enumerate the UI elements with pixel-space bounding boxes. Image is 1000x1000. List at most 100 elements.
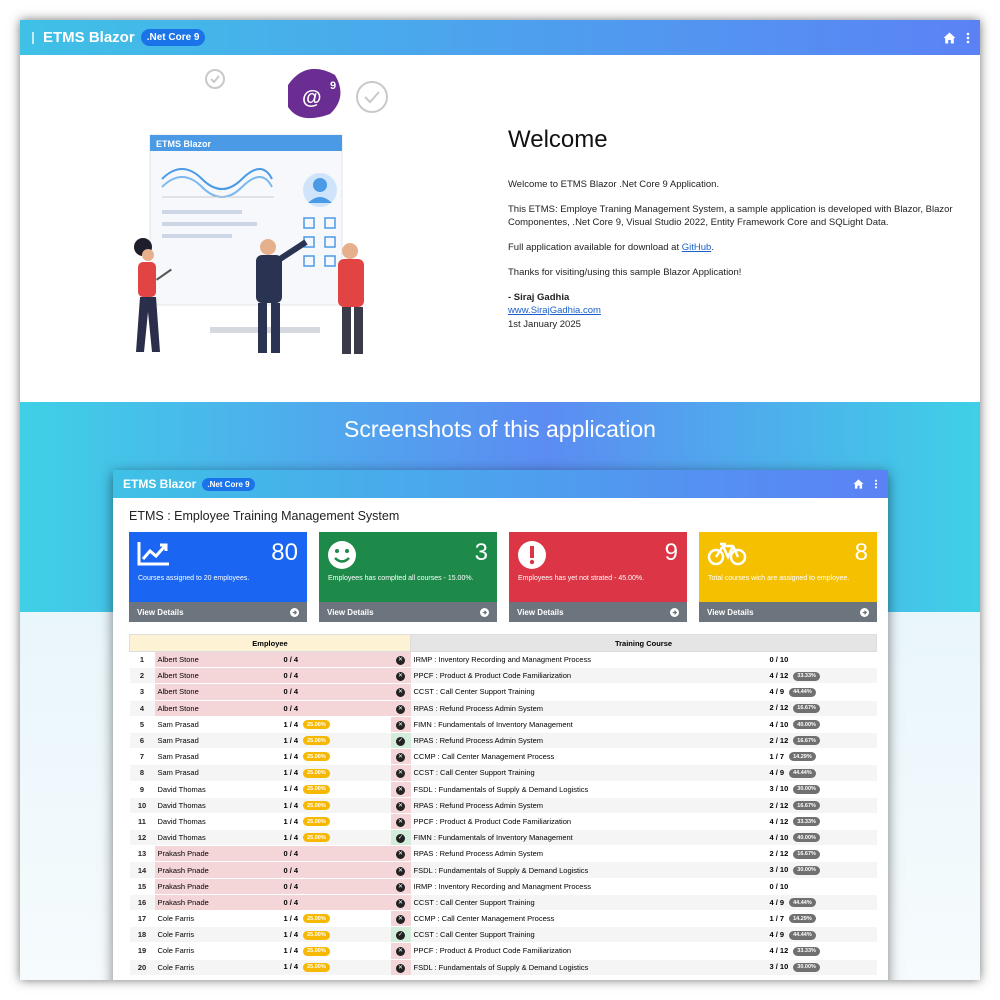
employee-progress-cell: 0 / 4	[280, 878, 391, 895]
training-table: Employee Training Course 1 Albert Stone 0 …	[129, 634, 877, 976]
course-progress-cell: 4 / 10 40.00%	[766, 716, 877, 733]
stat-card: 80 Courses assigned to 20 employees. View …	[129, 532, 307, 622]
status-cell: ✕	[390, 894, 411, 912]
table-row[interactable]: 7 Sam Prasad 1 / 4 25.00% ✕ CCMP : Call Cente…	[129, 748, 877, 766]
course-percent-badge: 40.00%	[793, 833, 820, 843]
row-number: 8	[129, 764, 155, 782]
x-circle-icon: ✕	[396, 753, 405, 763]
employee-progress-cell: 0 / 4	[280, 683, 391, 701]
course-name: FSDL : Fundamentals of Supply & Demand L…	[410, 959, 767, 976]
status-cell: ✕	[390, 667, 411, 685]
table-row[interactable]: 11 David Thomas 1 / 4 25.00% ✕ PPCF : Product…	[129, 813, 877, 831]
row-number: 6	[129, 732, 155, 750]
table-row[interactable]: 20 Cole Farris 1 / 4 25.00% ✕ FSDL : Fundamen…	[129, 959, 877, 976]
employee-progress-cell: 1 / 4 25.00%	[280, 716, 391, 733]
employee-percent-badge: 25.00%	[303, 914, 330, 924]
course-progress-cell: 2 / 12 16.67%	[766, 732, 877, 750]
table-row[interactable]: 15 Prakash Pnade 0 / 4 ✕ IRMP : Inventory Re…	[129, 878, 877, 895]
course-percent-badge: 44.44%	[789, 687, 816, 697]
employee-progress: 1 / 4	[283, 768, 299, 778]
stat-cards: 80 Courses assigned to 20 employees. View …	[129, 532, 888, 622]
course-progress-cell: 0 / 10	[766, 878, 877, 895]
course-progress-cell: 1 / 7 14.29%	[766, 748, 877, 766]
table-row[interactable]: 1 Albert Stone 0 / 4 ✕ IRMP : Inventory Reco…	[129, 651, 877, 669]
welcome-text-block: Welcome Welcome to ETMS Blazor .Net Core…	[508, 123, 958, 332]
check-circle-icon: ✓	[396, 931, 405, 941]
course-progress-cell: 4 / 9 44.44%	[766, 683, 877, 701]
course-progress: 0 / 10	[769, 655, 789, 665]
employee-name: Albert Stone	[154, 700, 281, 717]
table-row[interactable]: 13 Prakash Pnade 0 / 4 ✕ RPAS : Refund Proce…	[129, 845, 877, 863]
course-progress: 4 / 12	[769, 671, 789, 681]
employee-name: Albert Stone	[154, 667, 281, 685]
x-circle-icon: ✕	[396, 672, 405, 682]
table-row[interactable]: 6 Sam Prasad 1 / 4 25.00% ✓ RPAS : Refund Pro…	[129, 732, 877, 750]
view-details-button[interactable]: View Details	[319, 602, 497, 622]
employee-name: Prakash Pnade	[154, 894, 281, 912]
stat-card-value: 9	[664, 539, 678, 566]
course-progress-cell: 2 / 12 16.67%	[766, 797, 877, 814]
view-details-label: View Details	[707, 607, 754, 617]
row-number: 5	[129, 716, 155, 733]
employee-progress-cell: 1 / 4 25.00%	[280, 813, 391, 831]
screenshot-brand: ETMS Blazor	[123, 477, 197, 491]
x-circle-icon: ✕	[396, 704, 405, 714]
view-details-button[interactable]: View Details	[129, 602, 307, 622]
course-name: CCST : Call Center Support Training	[410, 926, 767, 944]
table-row[interactable]: 19 Cole Farris 1 / 4 25.00% ✕ PPCF : Product …	[129, 942, 877, 960]
course-progress-cell: 3 / 10 30.00%	[766, 861, 877, 879]
stat-card-value: 8	[854, 539, 868, 566]
view-details-button[interactable]: View Details	[699, 602, 877, 622]
status-cell: ✕	[390, 781, 411, 798]
home-icon[interactable]	[943, 32, 956, 44]
status-cell: ✓	[390, 926, 411, 944]
employee-percent-badge: 25.00%	[303, 817, 330, 827]
x-circle-icon: ✕	[396, 963, 405, 973]
stat-card-body: 3 Employees has complted all courses - 15…	[319, 532, 497, 602]
arrow-circle-right-icon	[480, 607, 489, 617]
view-details-button[interactable]: View Details	[509, 602, 687, 622]
course-percent-badge: 44.44%	[789, 898, 816, 908]
github-link[interactable]: GitHub	[682, 242, 712, 253]
brand-title[interactable]: ETMS Blazor	[43, 29, 135, 46]
employee-progress: 1 / 4	[283, 913, 299, 923]
table-row[interactable]: 16 Prakash Pnade 0 / 4 ✕ CCST : Call Center …	[129, 894, 877, 912]
table-row[interactable]: 12 David Thomas 1 / 4 25.00% ✓ FIMN : Fundame…	[129, 829, 877, 847]
kebab-menu-icon[interactable]	[966, 32, 970, 44]
row-number: 19	[129, 942, 155, 960]
row-number: 2	[129, 667, 155, 685]
course-name: CCST : Call Center Support Training	[410, 683, 767, 701]
arrow-circle-right-icon	[290, 607, 299, 617]
chart-line-icon	[137, 542, 171, 570]
table-row[interactable]: 2 Albert Stone 0 / 4 ✕ PPCF : Product & Prod…	[129, 667, 877, 685]
table-row[interactable]: 3 Albert Stone 0 / 4 ✕ CCST : Call Center Su…	[129, 683, 877, 701]
employee-progress: 1 / 4	[283, 832, 299, 842]
status-cell: ✕	[390, 861, 411, 879]
course-name: FIMN : Fundamentals of Inventory Managem…	[410, 829, 767, 847]
employee-name: David Thomas	[154, 813, 281, 831]
table-row[interactable]: 4 Albert Stone 0 / 4 ✕ RPAS : Refund Process…	[129, 700, 877, 717]
employee-progress: 1 / 4	[283, 719, 299, 729]
course-progress: 0 / 10	[769, 881, 789, 891]
employee-progress: 1 / 4	[283, 784, 299, 794]
table-row[interactable]: 10 David Thomas 1 / 4 25.00% ✕ RPAS : Refund …	[129, 797, 877, 814]
employee-progress-cell: 1 / 4 25.00%	[280, 942, 391, 960]
table-row[interactable]: 8 Sam Prasad 1 / 4 25.00% ✕ CCST : Call Cente…	[129, 764, 877, 782]
table-row[interactable]: 18 Cole Farris 1 / 4 25.00% ✓ CCST : Call Cen…	[129, 926, 877, 944]
employee-progress: 1 / 4	[283, 751, 299, 761]
website-link[interactable]: www.SirajGadhia.com	[508, 305, 601, 316]
table-row[interactable]: 14 Prakash Pnade 0 / 4 ✕ FSDL : Fundamentals…	[129, 861, 877, 879]
employee-progress-cell: 1 / 4 25.00%	[280, 829, 391, 847]
course-name: IRMP : Inventory Recording and Managment…	[410, 651, 767, 669]
course-progress: 4 / 10	[769, 832, 789, 842]
view-details-label: View Details	[137, 607, 184, 617]
table-row[interactable]: 17 Cole Farris 1 / 4 25.00% ✕ CCMP : Call Cen…	[129, 910, 877, 928]
row-number: 9	[129, 781, 155, 798]
course-progress: 4 / 9	[769, 897, 785, 907]
employee-progress: 0 / 4	[283, 897, 299, 907]
course-percent-badge: 33.33%	[793, 817, 820, 827]
table-row[interactable]: 5 Sam Prasad 1 / 4 25.00% ✕ FIMN : Fundamenta…	[129, 716, 877, 733]
course-progress-cell: 3 / 10 30.00%	[766, 959, 877, 976]
smiley-icon	[327, 541, 357, 574]
table-row[interactable]: 9 David Thomas 1 / 4 25.00% ✕ FSDL : Fundamen…	[129, 781, 877, 798]
